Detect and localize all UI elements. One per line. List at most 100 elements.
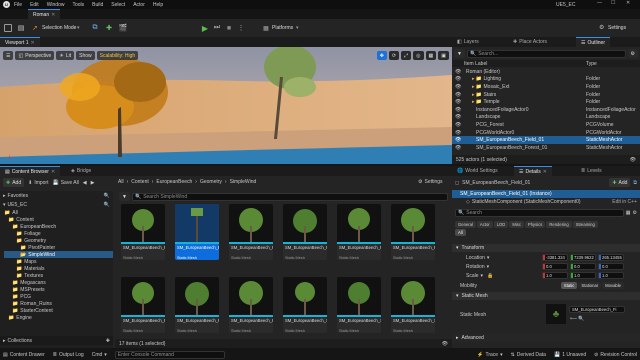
- dropdown-chevron-icon[interactable]: ▾: [481, 273, 484, 279]
- level-tab[interactable]: Roman ✕: [28, 9, 61, 19]
- tab-levels[interactable]: ≣ Levels: [576, 166, 607, 176]
- derived-data-button[interactable]: ⇅ Derived Data: [511, 352, 546, 358]
- outliner-filter-button[interactable]: ▼: [454, 49, 465, 58]
- tree-item-all[interactable]: 📁 All: [4, 209, 113, 216]
- filter-actor[interactable]: Actor: [476, 221, 493, 228]
- asset-tile[interactable]: SM_EuropeanBeech_Forest_03 Static Mesh: [283, 204, 327, 260]
- play-icon[interactable]: ▶: [200, 23, 210, 33]
- breadcrumb-content[interactable]: Content: [131, 179, 149, 185]
- static-mesh-picker[interactable]: SM_EuropeanBeech_Fi: [569, 306, 625, 313]
- asset-tile[interactable]: SM_EuropeanBeech_Sapling_02 Static Mesh: [337, 277, 381, 333]
- scale-x-input[interactable]: 1.0: [542, 272, 568, 279]
- tree-item-pivotpainter[interactable]: 📁 PivotPainter: [4, 244, 113, 251]
- content-icon[interactable]: ▤: [16, 23, 26, 33]
- unsaved-button[interactable]: 💾 1 Unsaved: [554, 352, 586, 358]
- scalability-button[interactable]: Scalability: High: [96, 51, 139, 60]
- more-options-icon[interactable]: ⋮: [236, 23, 246, 33]
- visibility-icon[interactable]: 👁: [452, 69, 462, 75]
- tree-item-textures[interactable]: 📁 Textures: [4, 272, 113, 279]
- rotation-z-input[interactable]: 0.0: [598, 263, 624, 270]
- visibility-icon[interactable]: 👁: [452, 137, 462, 143]
- breadcrumb-europeanbeech[interactable]: EuropeanBeech: [156, 179, 192, 185]
- rotation-x-input[interactable]: 0.0: [542, 263, 568, 270]
- favorites-header[interactable]: ▸ Favorites 🔍: [0, 191, 113, 200]
- tree-item-simplewind[interactable]: 📂 SimpleWind: [4, 251, 113, 258]
- visibility-icon[interactable]: 👁: [452, 107, 462, 113]
- visibility-icon[interactable]: 👁: [452, 145, 462, 151]
- asset-tile[interactable]: SM_EuropeanBeech_Sapling_01 Static Mesh: [283, 277, 327, 333]
- outliner-row[interactable]: 👁 InstancedFoliageActor0 InstancedFoliageA…: [452, 106, 640, 114]
- cinematics-icon[interactable]: 🎬: [118, 23, 128, 33]
- visibility-icon[interactable]: 👁: [452, 76, 462, 82]
- tree-item-europeanbeech[interactable]: 📁 EuropeanBeech: [4, 223, 113, 230]
- viewport[interactable]: ☰ ◱ Perspective ☀ Lit Show Scalability: Hi…: [0, 47, 452, 164]
- browse-asset-icon[interactable]: ⟵: [570, 316, 577, 322]
- visibility-icon[interactable]: 👁: [452, 99, 462, 105]
- filter-streaming[interactable]: Streaming: [572, 221, 598, 228]
- filter-physics[interactable]: Physics: [524, 221, 546, 228]
- add-component-button[interactable]: ✚ Add: [609, 178, 631, 187]
- transform-section-header[interactable]: ▾ Transform: [452, 244, 640, 252]
- tab-layers[interactable]: ◧ Layers: [452, 37, 484, 47]
- outliner-search-input[interactable]: 🔍 Search...: [466, 49, 626, 58]
- asset-tile[interactable]: SM_EuropeanBeech_Forest_06 Static Mesh: [121, 277, 165, 333]
- visibility-icon[interactable]: 👁: [452, 130, 462, 136]
- tab-content-browser[interactable]: ▤ Content Browser ✕: [0, 166, 61, 176]
- maximize-button[interactable]: ☐: [611, 0, 615, 6]
- tab-world-settings[interactable]: 🌐 World Settings: [452, 166, 503, 176]
- platforms-chevron-icon[interactable]: ▾: [296, 25, 299, 31]
- tree-item-foliage[interactable]: 📁 Foliage: [4, 230, 113, 237]
- location-label[interactable]: Location: [466, 255, 485, 261]
- breadcrumb-geometry[interactable]: Geometry: [200, 179, 222, 185]
- lit-button[interactable]: ☀ Lit: [56, 51, 75, 60]
- outliner-row[interactable]: 👁 PCGWorldActor0 PCGWorldActor: [452, 129, 640, 137]
- filter-general[interactable]: General: [455, 221, 476, 228]
- world-local-icon[interactable]: ◎: [413, 51, 424, 60]
- close-viewport-icon[interactable]: ✕: [31, 40, 35, 46]
- save-icon[interactable]: [4, 24, 12, 32]
- filter-misc[interactable]: Misc: [509, 221, 524, 228]
- stop-icon[interactable]: ■: [224, 23, 234, 33]
- scale-y-input[interactable]: 1.0: [570, 272, 596, 279]
- menu-window[interactable]: Window: [47, 2, 65, 8]
- visibility-icon[interactable]: 👁: [452, 92, 462, 98]
- asset-search-input[interactable]: 🔍 Search SimpleWind: [131, 192, 448, 201]
- minimize-button[interactable]: —: [597, 0, 602, 6]
- outliner-row[interactable]: 👁 ▸ 📁 Temple Folder: [452, 98, 640, 106]
- tree-item-pcg[interactable]: 📁 PCG: [4, 293, 113, 300]
- breadcrumb-simplewind[interactable]: SimpleWind: [230, 179, 257, 185]
- actor-name[interactable]: SM_EuropeanBeech_Field_01: [462, 180, 606, 186]
- close-tab-icon[interactable]: ✕: [543, 169, 547, 175]
- outliner-row[interactable]: 👁 Landscape Landscape: [452, 114, 640, 122]
- mobility-movable-button[interactable]: Movable: [602, 282, 624, 289]
- rotate-tool-icon[interactable]: ⟳: [388, 51, 400, 60]
- tab-details[interactable]: ☰ Details ✕: [514, 166, 552, 176]
- simulate-icon[interactable]: ⏭: [212, 23, 222, 33]
- cmd-dropdown[interactable]: Cmd ▾: [92, 352, 107, 358]
- menu-edit[interactable]: Edit: [30, 2, 39, 8]
- menu-tools[interactable]: Tools: [72, 2, 84, 8]
- edit-in-label[interactable]: Edit in C++: [612, 199, 637, 205]
- visibility-icon[interactable]: 👁: [452, 114, 462, 120]
- viewport-menu-button[interactable]: ☰: [3, 51, 14, 60]
- outliner-row[interactable]: 👁 SM_EuropeanBeech_Forest_01 StaticMeshAct…: [452, 144, 640, 152]
- tree-item-startercontent[interactable]: 📁 StarterContent: [4, 307, 113, 314]
- history-back-icon[interactable]: ◀: [83, 180, 87, 186]
- close-window-button[interactable]: ✕: [626, 0, 630, 6]
- search-icon[interactable]: 🔍: [104, 193, 110, 199]
- menu-build[interactable]: Build: [92, 2, 103, 8]
- translate-tool-icon[interactable]: ✥: [376, 51, 387, 60]
- view-options-icon[interactable]: 👁: [630, 157, 636, 163]
- tree-item-roman-ruins[interactable]: 📁 Roman_Ruins: [4, 300, 113, 307]
- details-search-input[interactable]: 🔍 Search: [455, 209, 624, 217]
- mobility-static-button[interactable]: Static: [560, 282, 578, 289]
- visibility-icon[interactable]: 👁: [452, 122, 462, 128]
- component-row[interactable]: ◇ StaticMeshComponent (StaticMeshCompone…: [452, 198, 640, 206]
- scale-z-input[interactable]: 1.0: [598, 272, 624, 279]
- visibility-icon[interactable]: 👁: [452, 84, 462, 90]
- advanced-section-header[interactable]: ▸ Advanced: [452, 334, 640, 342]
- console-input[interactable]: Enter Console Command: [114, 350, 225, 359]
- outliner-row-selected[interactable]: 👁 SM_EuropeanBeech_Field_01 StaticMeshActo…: [452, 136, 640, 144]
- asset-tile[interactable]: SM_EuropeanBeech_Sapling_03 Static Mesh: [391, 277, 435, 333]
- viewport-tab[interactable]: Viewport 1 ✕: [0, 37, 40, 47]
